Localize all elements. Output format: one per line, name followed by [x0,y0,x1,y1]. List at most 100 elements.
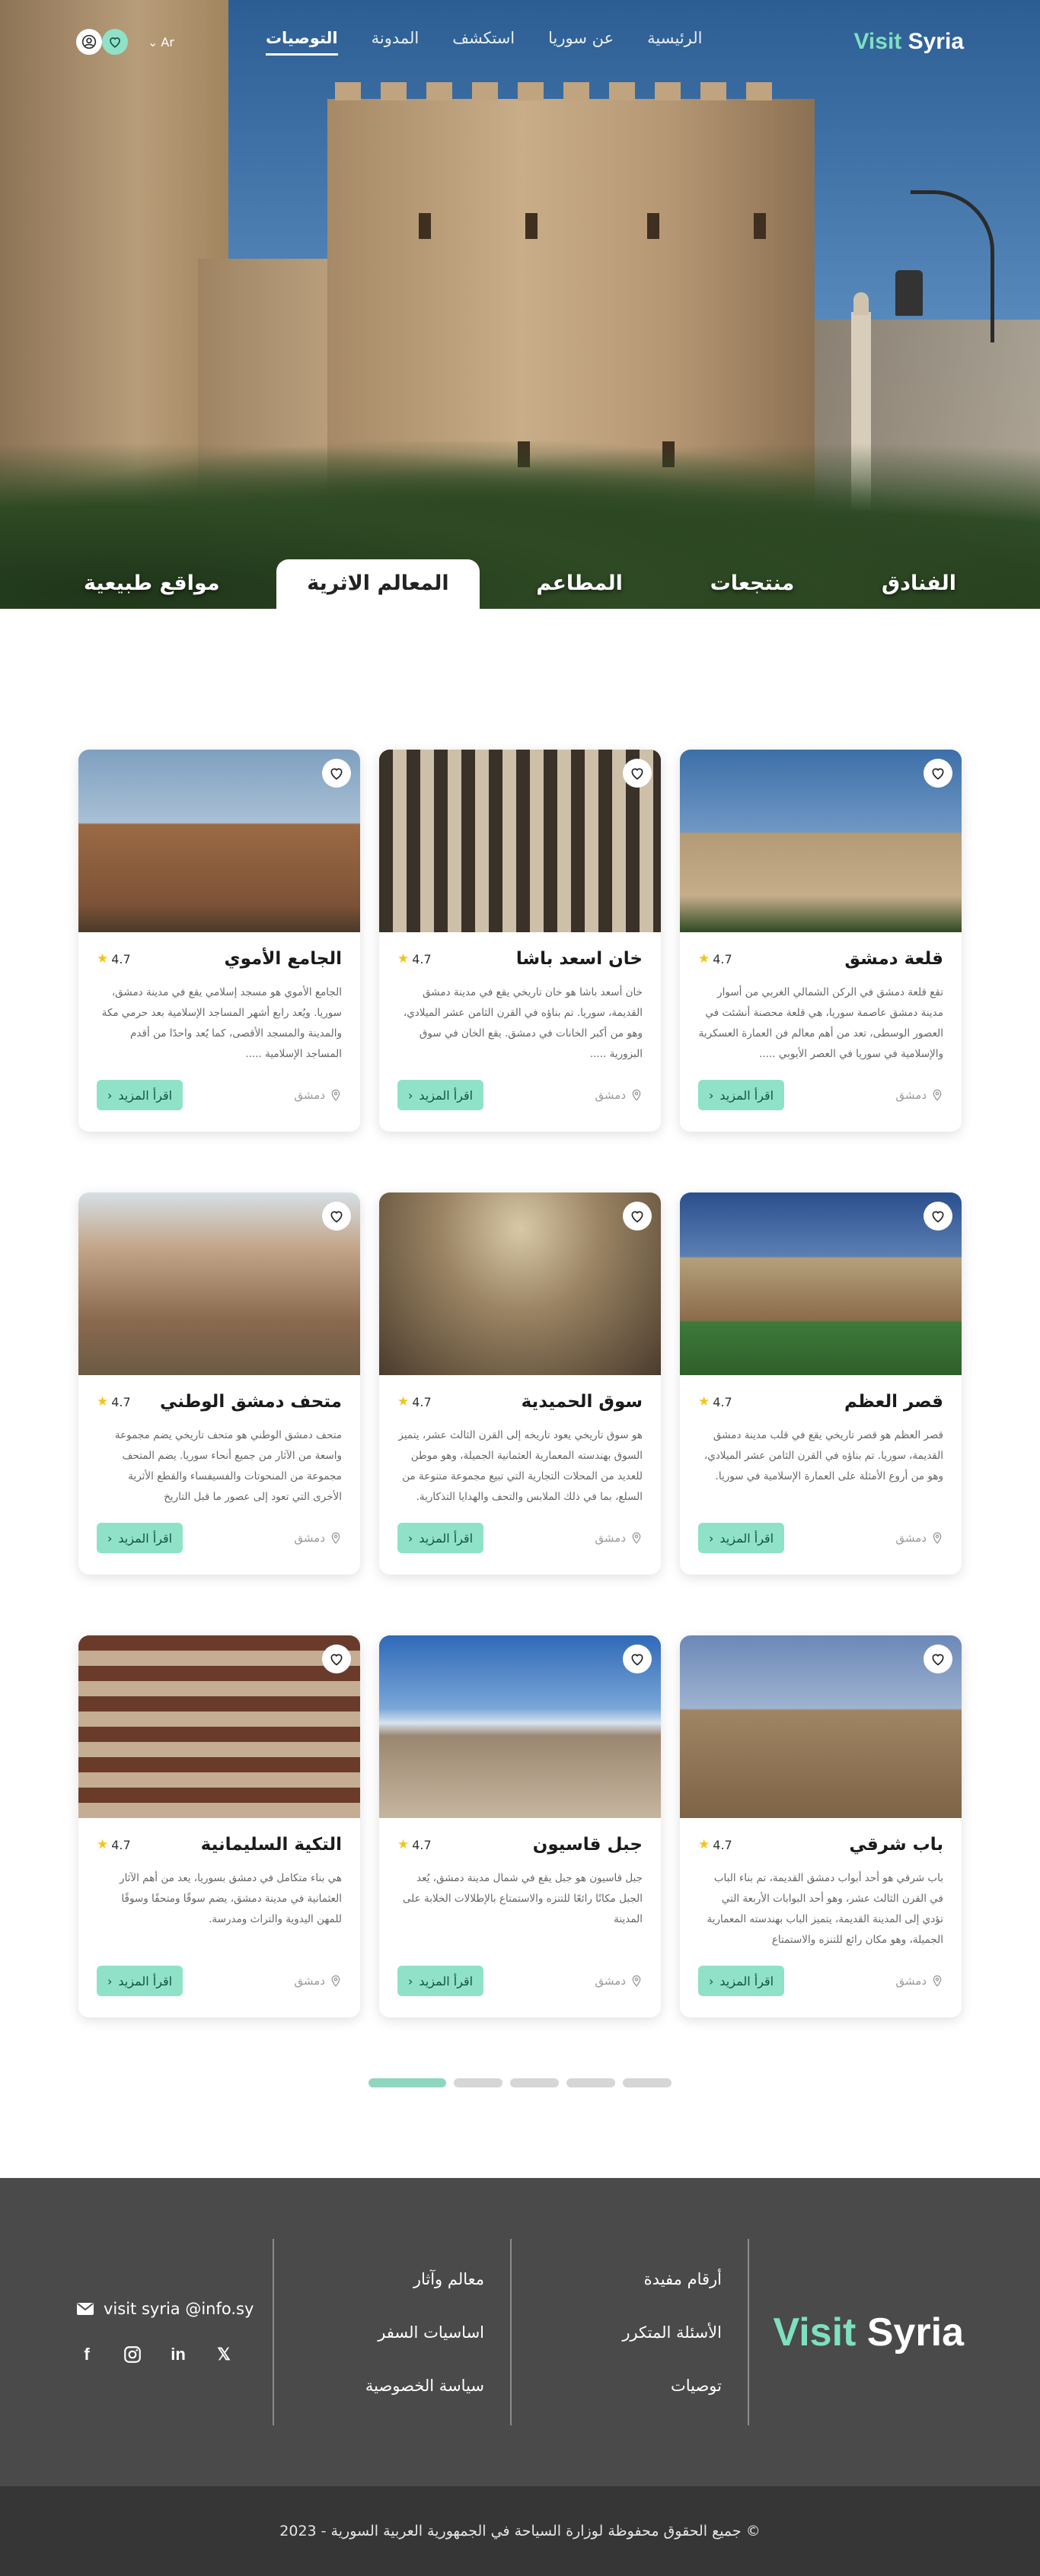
read-more-button[interactable]: اقرأ المزيد ‹ [97,1080,183,1110]
footer-link-recommendations[interactable]: توصيات [671,2377,722,2395]
pagination-dot[interactable] [623,2078,672,2087]
footer-link-privacy[interactable]: سياسة الخصوصية [365,2377,484,2395]
landmark-card[interactable]: جبل قاسيون ★ 4.7 جبل قاسيون هو جبل يقع ف… [379,1635,661,2017]
read-more-button[interactable]: اقرأ المزيد ‹ [698,1523,785,1553]
read-more-label: اقرأ المزيد [118,1530,173,1546]
nav-link-blog[interactable]: المدونة [372,29,420,56]
tab-landmarks[interactable]: المعالم الاثرية [276,559,480,609]
tab-natural-sites[interactable]: مواقع طبيعية [53,559,250,609]
footer-email[interactable]: visit syria @info.sy [76,2300,273,2318]
location-pin-icon [331,1532,340,1544]
card-body: الجامع الأموي ★ 4.7 الجامع الأموي هو مسج… [78,932,360,1085]
location-pin-icon [632,1089,641,1101]
read-more-button[interactable]: اقرأ المزيد ‹ [397,1523,484,1553]
card-image [680,1635,962,1818]
landmark-card[interactable]: سوق الحميدية ★ 4.7 هو سوق تاريخي يعود تا… [379,1192,661,1575]
landmark-card[interactable]: التكية السليمانية ★ 4.7 هي بناء متكامل ف… [78,1635,360,2017]
footer-link-useful-numbers[interactable]: أرقام مفيدة [644,2270,722,2288]
tab-hotels[interactable]: الفنادق [851,559,987,609]
pagination [0,2078,1040,2087]
footer-link-travel-basics[interactable]: اساسيات السفر [378,2323,484,2342]
landmark-card[interactable]: قلعة دمشق ★ 4.7 تقع قلعة دمشق في الركن ا… [680,750,962,1132]
landmark-card[interactable]: الجامع الأموي ★ 4.7 الجامع الأموي هو مسج… [78,750,360,1132]
category-tabs: مواقع طبيعية المعالم الاثرية المطاعم منت… [0,548,1040,609]
card-location: دمشق [895,1531,943,1545]
landmark-card[interactable]: خان اسعد باشا ★ 4.7 خان أسعد باشا هو خان… [379,750,661,1132]
read-more-label: اقرأ المزيد [118,1087,173,1103]
favorite-heart-icon[interactable] [623,1645,652,1673]
instagram-icon[interactable] [122,2344,143,2365]
read-more-button[interactable]: اقرأ المزيد ‹ [397,1966,484,1996]
landmarks-section: قلعة دمشق ★ 4.7 تقع قلعة دمشق في الركن ا… [0,609,1040,2087]
nav-link-explore[interactable]: استكشف [452,29,515,56]
user-icon[interactable] [76,29,102,55]
star-icon: ★ [397,1394,410,1409]
rating-value: 4.7 [412,1394,432,1409]
card-image [680,750,962,932]
location-pin-icon [933,1975,942,1987]
card-rating: ★ 4.7 [97,1394,131,1409]
site-logo[interactable]: Visit Syria [853,29,964,55]
card-title: سوق الحميدية [521,1392,643,1412]
card-title-row: الجامع الأموي ★ 4.7 [97,949,342,969]
location-text: دمشق [294,1531,325,1545]
card-footer: دمشق اقرأ المزيد ‹ [397,1966,643,1996]
card-description: الجامع الأموي هو مسجد إسلامي يقع في مدين… [101,986,342,1060]
nav-link-about[interactable]: عن سوريا [548,29,614,56]
card-rating: ★ 4.7 [397,951,432,966]
read-more-button[interactable]: اقرأ المزيد ‹ [698,1080,785,1110]
favorite-heart-icon[interactable] [924,1202,952,1231]
nav-link-recommendations[interactable]: التوصيات [265,29,338,56]
tab-restaurants[interactable]: المطاعم [506,559,653,609]
linkedin-icon[interactable]: in [167,2344,189,2365]
favorite-heart-icon[interactable] [924,759,952,788]
tab-resorts[interactable]: منتجعات [680,559,825,609]
landmark-card[interactable]: قصر العظم ★ 4.7 قصر العظم هو قصر تاريخي … [680,1192,962,1575]
chevron-left-icon: ‹ [107,1530,113,1546]
pagination-dot[interactable] [566,2078,615,2087]
card-rating: ★ 4.7 [97,1837,131,1852]
card-footer: دمشق اقرأ المزيد ‹ [397,1080,643,1110]
card-title-row: قصر العظم ★ 4.7 [698,1392,943,1412]
language-label: Ar [161,34,174,49]
footer-divider [748,2239,749,2425]
read-more-button[interactable]: اقرأ المزيد ‹ [397,1080,484,1110]
pagination-dot[interactable] [368,2078,446,2087]
landmark-card[interactable]: متحف دمشق الوطني ★ 4.7 متحف دمشق الوطني … [78,1192,360,1575]
footer-logo[interactable]: Visit Syria [773,2310,964,2355]
facebook-icon[interactable]: f [76,2344,97,2365]
location-pin-icon [632,1532,641,1544]
read-more-button[interactable]: اقرأ المزيد ‹ [698,1966,785,1996]
favorite-heart-icon[interactable] [322,1645,351,1673]
chevron-left-icon: ‹ [709,1530,714,1546]
chevron-left-icon: ‹ [107,1087,113,1103]
favorite-heart-icon[interactable] [623,1202,652,1231]
favorites-heart-icon[interactable] [102,29,128,55]
favorite-heart-icon[interactable] [322,1202,351,1231]
card-footer: دمشق اقرأ المزيد ‹ [97,1523,342,1553]
card-rating: ★ 4.7 [397,1837,432,1852]
language-selector[interactable]: ⌄ Ar [148,35,174,49]
nav-link-home[interactable]: الرئيسية [647,29,702,56]
card-image [379,750,661,932]
location-text: دمشق [595,1531,626,1545]
card-title: متحف دمشق الوطني [159,1392,342,1412]
card-image [78,1635,360,1818]
card-description: متحف دمشق الوطني هو متحف تاريخي يضم مجمو… [114,1429,342,1503]
card-title: الجامع الأموي [224,949,342,969]
x-icon[interactable]: 𝕏 [213,2344,234,2365]
read-more-button[interactable]: اقرأ المزيد ‹ [97,1523,183,1553]
favorite-heart-icon[interactable] [322,759,351,788]
landmark-card[interactable]: باب شرقي ★ 4.7 باب شرقي هو أحد أبواب دمش… [680,1635,962,2017]
logo-word-syria: Syria [908,29,964,54]
footer-link-faq[interactable]: الأسئلة المتكرر [622,2323,722,2342]
favorite-heart-icon[interactable] [924,1645,952,1673]
card-location: دمشق [294,1974,342,1988]
pagination-dot[interactable] [510,2078,559,2087]
location-text: دمشق [294,1088,325,1102]
card-title-row: التكية السليمانية ★ 4.7 [97,1835,342,1855]
favorite-heart-icon[interactable] [623,759,652,788]
footer-link-landmarks[interactable]: معالم وآثار [413,2270,484,2288]
read-more-button[interactable]: اقرأ المزيد ‹ [97,1966,183,1996]
pagination-dot[interactable] [454,2078,502,2087]
